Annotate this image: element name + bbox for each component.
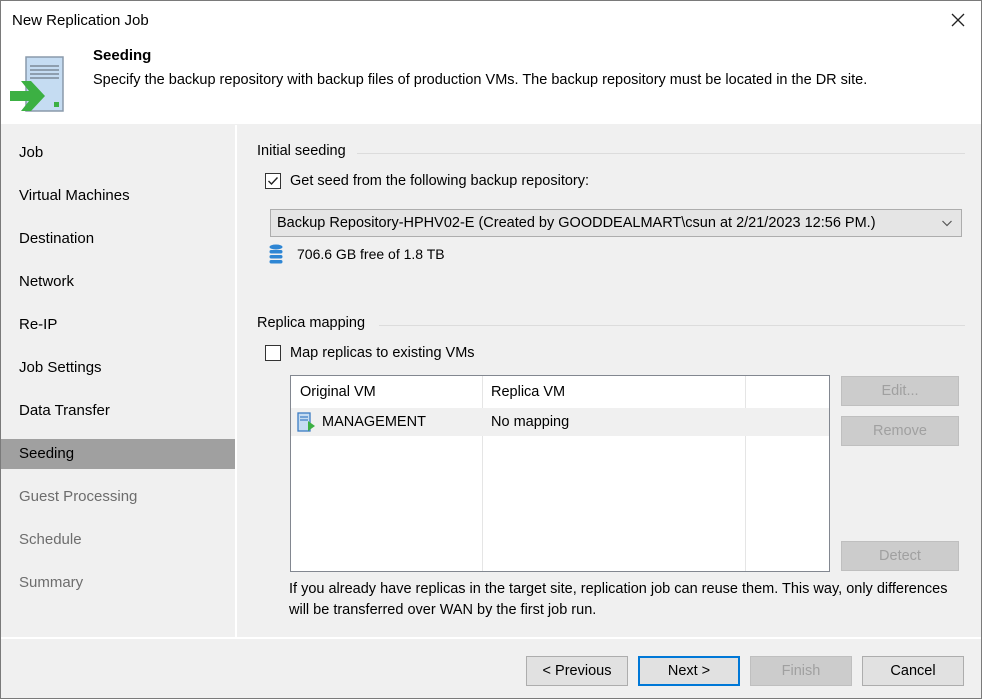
detect-button: Detect <box>841 541 959 571</box>
wizard-footer: < Previous Next > Finish Cancel <box>1 637 981 698</box>
map-replicas-label[interactable]: Map replicas to existing VMs <box>290 345 475 361</box>
sidebar-item-schedule: Schedule <box>19 531 82 548</box>
backup-repository-value: Backup Repository-HPHV02-E (Created by G… <box>277 215 876 231</box>
group-divider <box>379 325 965 326</box>
column-separator <box>482 376 483 571</box>
page-title: Seeding <box>93 47 152 64</box>
next-button[interactable]: Next > <box>638 656 740 686</box>
replication-seed-icon <box>10 56 64 112</box>
database-icon <box>269 244 283 264</box>
wizard-header: Seeding Specify the backup repository wi… <box>1 41 981 124</box>
sidebar-item-job-settings[interactable]: Job Settings <box>1 353 235 383</box>
edit-button: Edit... <box>841 376 959 406</box>
finish-button: Finish <box>750 656 852 686</box>
get-seed-checkbox[interactable] <box>265 173 281 189</box>
replica-vm-cell: No mapping <box>491 414 570 430</box>
get-seed-label[interactable]: Get seed from the following backup repos… <box>290 173 589 189</box>
window-title: New Replication Job <box>12 12 149 29</box>
replication-job-dialog: New Replication Job Seeding Specify the … <box>0 0 982 699</box>
column-header-empty[interactable] <box>745 376 829 408</box>
replica-mapping-hint: If you already have replicas in the targ… <box>289 581 948 618</box>
wizard-steps-sidebar: Job Virtual Machines Destination Network… <box>1 125 235 637</box>
group-divider <box>357 153 965 154</box>
backup-repository-dropdown[interactable]: Backup Repository-HPHV02-E (Created by G… <box>270 209 962 237</box>
sidebar-item-job[interactable]: Job <box>1 138 235 168</box>
previous-button[interactable]: < Previous <box>526 656 628 686</box>
vm-icon <box>297 412 315 432</box>
sidebar-item-network[interactable]: Network <box>1 267 235 297</box>
replica-mapping-table: Original VM Replica VM MANAGEMENT No map… <box>290 375 830 572</box>
remove-button: Remove <box>841 416 959 446</box>
column-header-replica-vm[interactable]: Replica VM <box>482 376 745 408</box>
title-bar: New Replication Job <box>1 1 981 41</box>
column-header-original-vm[interactable]: Original VM <box>291 376 482 408</box>
table-row[interactable]: MANAGEMENT No mapping <box>291 408 829 436</box>
sidebar-item-guest-processing: Guest Processing <box>19 488 138 505</box>
close-icon <box>951 13 965 27</box>
sidebar-item-re-ip[interactable]: Re-IP <box>1 310 235 340</box>
sidebar-item-data-transfer[interactable]: Data Transfer <box>1 396 235 426</box>
chevron-down-icon <box>942 220 952 227</box>
column-separator <box>745 376 746 571</box>
sidebar-item-destination[interactable]: Destination <box>1 224 235 254</box>
page-description: Specify the backup repository with backu… <box>93 72 868 88</box>
cancel-button[interactable]: Cancel <box>862 656 964 686</box>
sidebar-item-virtual-machines[interactable]: Virtual Machines <box>1 181 235 211</box>
seeding-content: Initial seeding Get seed from the follow… <box>237 125 981 637</box>
sidebar-item-seeding[interactable]: Seeding <box>1 439 235 469</box>
sidebar-item-summary: Summary <box>19 574 84 591</box>
initial-seeding-group-label: Initial seeding <box>257 143 346 159</box>
original-vm-cell: MANAGEMENT <box>322 414 426 430</box>
checkmark-icon <box>268 177 279 186</box>
replica-mapping-group-label: Replica mapping <box>257 315 366 331</box>
close-button[interactable] <box>935 1 981 39</box>
map-replicas-checkbox[interactable] <box>265 345 281 361</box>
repository-free-space: 706.6 GB free of 1.8 TB <box>297 246 445 262</box>
